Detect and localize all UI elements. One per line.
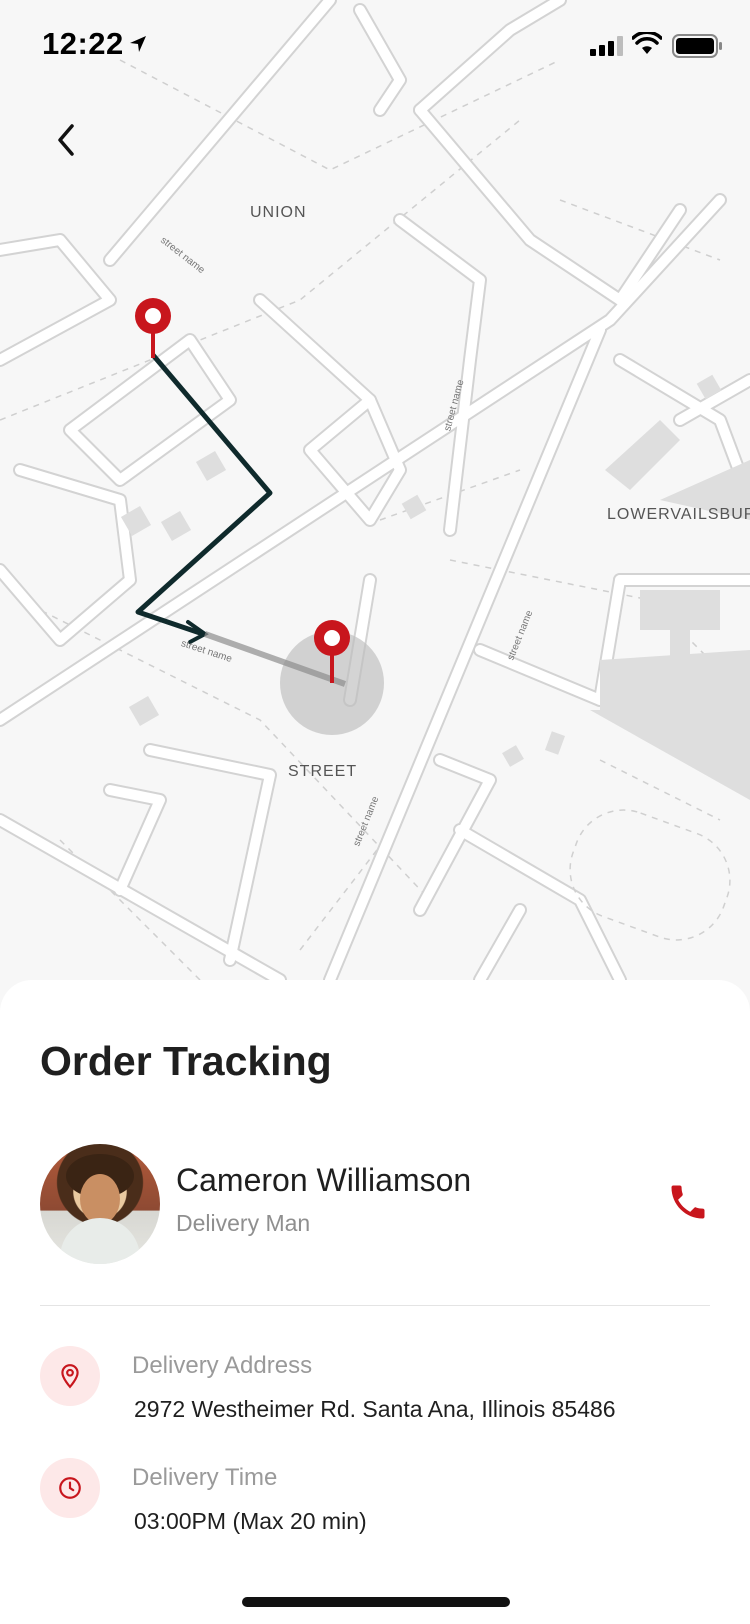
order-tracking-sheet: Order Tracking Cameron Williamson Delive… — [0, 980, 750, 1624]
phone-icon — [671, 1185, 705, 1219]
page-title: Order Tracking — [40, 1038, 332, 1084]
address-icon-badge — [40, 1346, 100, 1406]
delivery-address-label: Delivery Address — [132, 1352, 313, 1379]
back-button[interactable] — [48, 118, 88, 162]
battery-icon — [672, 34, 722, 58]
home-indicator[interactable] — [242, 1597, 510, 1607]
status-bar: 12:22 — [0, 0, 750, 90]
wifi-icon — [632, 32, 662, 54]
map-label-union: UNION — [250, 204, 307, 221]
delivery-time-label: Delivery Time — [132, 1464, 278, 1491]
call-courier-button[interactable] — [666, 1180, 710, 1224]
courier-role: Delivery Man — [176, 1210, 311, 1236]
delivery-time-value: 03:00PM (Max 20 min) — [134, 1508, 367, 1534]
divider — [40, 1305, 710, 1306]
map-label-lowervailsburg: LOWERVAILSBURG — [607, 506, 750, 523]
time-icon-badge — [40, 1458, 100, 1518]
courier-name: Cameron Williamson — [176, 1162, 472, 1198]
delivery-address-value: 2972 Westheimer Rd. Santa Ana, Illinois … — [134, 1396, 616, 1422]
map-view[interactable]: UNION STREET LOWERVAILSBURG street name … — [0, 0, 750, 1000]
map-canvas[interactable] — [0, 0, 750, 1000]
cellular-signal-icon — [590, 36, 623, 56]
chevron-left-icon — [58, 124, 74, 156]
clock-icon — [59, 1477, 81, 1499]
location-arrow-icon — [130, 36, 146, 52]
status-time: 12:22 — [42, 26, 124, 61]
map-label-street: STREET — [288, 763, 358, 780]
courier-avatar — [40, 1144, 160, 1264]
map-pin-icon — [61, 1364, 79, 1389]
